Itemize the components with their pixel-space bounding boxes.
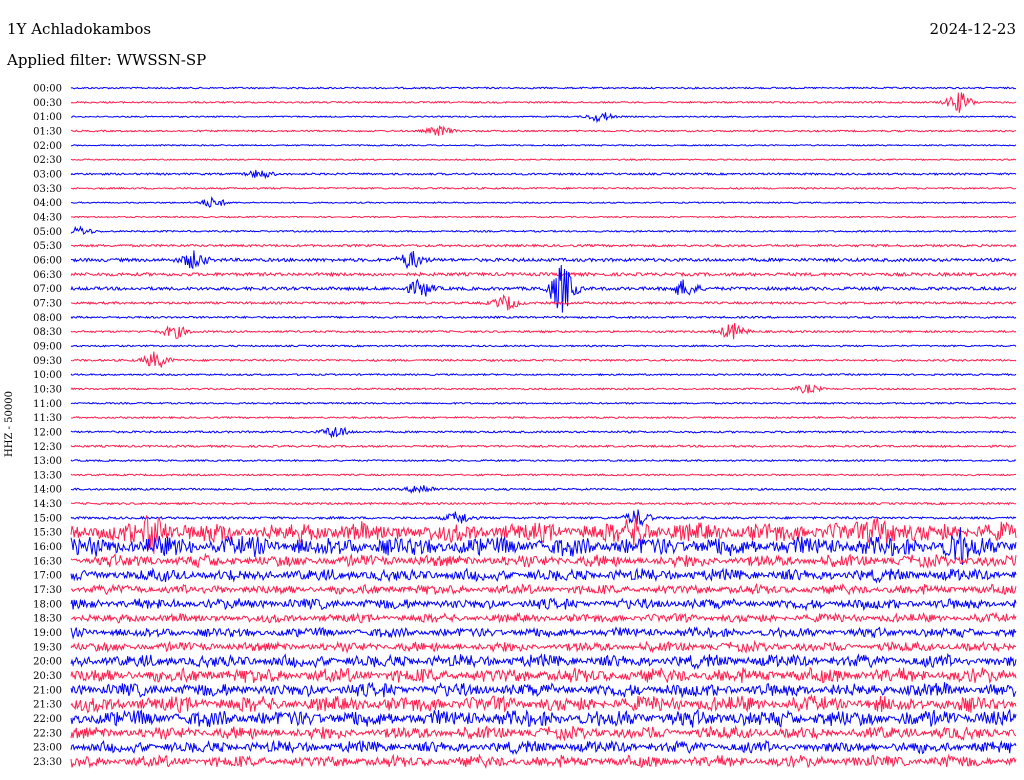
row-label: 17:30 (33, 585, 62, 596)
row-label: 18:00 (33, 599, 62, 610)
row-label: 10:30 (33, 384, 62, 395)
trace-row-0830 (70, 322, 1017, 340)
trace-row-1200 (70, 426, 1017, 439)
trace-row-1900 (70, 626, 1017, 640)
trace-row-0100 (70, 112, 1017, 124)
trace-row-1230 (70, 444, 1017, 449)
row-label: 00:00 (33, 84, 62, 95)
row-label: 05:30 (33, 241, 62, 252)
row-label: 04:00 (33, 198, 62, 209)
row-label: 20:30 (33, 671, 62, 682)
row-label: 21:00 (33, 685, 62, 696)
row-label: 22:00 (33, 714, 62, 725)
trace-row-0330 (70, 186, 1017, 190)
row-label: 22:30 (33, 728, 62, 739)
seismogram-plot: 00:00 00:30 01:00 01:30 02:00 02:30 03:00 03:30… (33, 84, 1017, 769)
row-label: 15:30 (33, 528, 62, 539)
row-label: 06:30 (33, 270, 62, 281)
trace-row-0230 (71, 158, 1017, 162)
row-label: 16:30 (33, 556, 62, 567)
trace-row-0000 (70, 86, 1017, 90)
row-label: 00:30 (33, 98, 62, 109)
row-label: 23:00 (33, 743, 62, 754)
trace-row-2130 (70, 693, 1017, 714)
row-label: 13:30 (33, 470, 62, 481)
row-label: 12:00 (33, 427, 62, 438)
trace-row-0730 (70, 293, 1017, 311)
trace-row-1430 (70, 501, 1017, 506)
row-label: 02:00 (33, 141, 62, 152)
row-label: 10:00 (33, 370, 62, 381)
row-label: 19:30 (33, 642, 62, 653)
trace-row-1030 (70, 384, 1017, 394)
trace-row-0030 (70, 92, 1017, 113)
trace-row-2030 (70, 666, 1017, 684)
trace-row-1400 (70, 485, 1017, 494)
row-label: 11:30 (33, 413, 62, 424)
row-label: 01:00 (33, 112, 62, 123)
trace-row-0500 (70, 225, 1017, 235)
trace-row-0130 (70, 125, 1017, 136)
trace-row-1100 (70, 401, 1017, 405)
row-label: 09:30 (33, 356, 62, 367)
row-label: 05:00 (33, 227, 62, 238)
trace-row-2100 (70, 681, 1017, 699)
row-label: 20:00 (33, 657, 62, 668)
trace-row-0700 (70, 264, 1017, 313)
row-label: 08:30 (33, 327, 62, 338)
trace-row-0200 (70, 143, 1017, 147)
trace-row-0430 (70, 215, 1017, 219)
row-label: 21:30 (33, 700, 62, 711)
trace-row-1700 (70, 567, 1017, 584)
row-label: 16:00 (33, 542, 62, 553)
trace-row-0800 (70, 315, 1017, 320)
trace-row-0900 (70, 344, 1017, 348)
trace-row-1830 (70, 611, 1017, 624)
trace-row-2330 (70, 753, 1017, 769)
row-label: 18:30 (33, 614, 62, 625)
row-label: 02:30 (33, 155, 62, 166)
trace-row-2230 (70, 724, 1017, 742)
trace-row-1630 (70, 552, 1017, 570)
row-label: 03:00 (33, 169, 62, 180)
row-label: 17:00 (33, 571, 62, 582)
trace-row-0630 (70, 271, 1017, 278)
row-label: 13:00 (33, 456, 62, 467)
trace-row-2000 (70, 652, 1017, 670)
row-label: 01:30 (33, 126, 62, 137)
row-label: 14:30 (33, 499, 62, 510)
row-label: 07:00 (33, 284, 62, 295)
trace-row-2300 (70, 739, 1017, 756)
row-label: 23:30 (33, 757, 62, 768)
trace-row-0930 (70, 351, 1017, 368)
trace-row-1330 (70, 473, 1017, 477)
trace-row-1130 (70, 415, 1017, 420)
trace-row-0530 (70, 243, 1017, 248)
row-label: 08:00 (33, 313, 62, 324)
trace-row-2200 (70, 708, 1017, 728)
row-label: 11:00 (33, 399, 62, 410)
row-label: 03:30 (33, 184, 62, 195)
trace-row-1800 (70, 597, 1017, 612)
trace-row-1730 (70, 582, 1017, 596)
row-label: 15:00 (33, 513, 62, 524)
trace-row-0400 (70, 196, 1017, 208)
trace-row-1000 (70, 372, 1017, 377)
row-label: 06:00 (33, 255, 62, 266)
trace-row-0300 (70, 169, 1017, 180)
trace-row-0600 (70, 250, 1017, 270)
row-label: 14:00 (33, 485, 62, 496)
row-label: 07:30 (33, 298, 62, 309)
row-label: 19:00 (33, 628, 62, 639)
trace-row-1300 (70, 458, 1017, 463)
row-label: 12:30 (33, 442, 62, 453)
trace-row-1930 (70, 639, 1017, 654)
row-label: 09:00 (33, 341, 62, 352)
row-label: 04:30 (33, 212, 62, 223)
